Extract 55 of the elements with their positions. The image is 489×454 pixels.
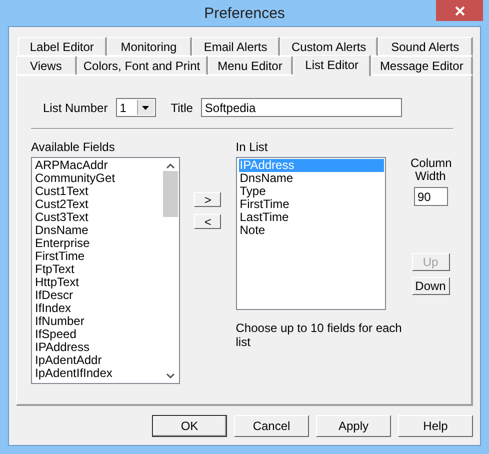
- title-label: Title: [170, 100, 193, 114]
- in-list-label: In List: [236, 140, 269, 154]
- dialog-button[interactable]: Cancel: [234, 415, 309, 437]
- column-width-input[interactable]: 90: [414, 187, 448, 206]
- list-number-label: List Number: [43, 100, 108, 114]
- tab[interactable]: Menu Editor: [208, 56, 294, 75]
- close-icon: [454, 6, 464, 16]
- list-item[interactable]: Enterprise: [34, 237, 161, 250]
- list-item[interactable]: Note: [238, 224, 384, 237]
- close-button[interactable]: [436, 0, 483, 21]
- tab[interactable]: Message Editor: [371, 56, 474, 75]
- tab[interactable]: Sound Alerts: [378, 37, 474, 56]
- list-item[interactable]: ARPMacAddr: [34, 159, 161, 172]
- list-item[interactable]: HttpText: [34, 276, 161, 289]
- list-item[interactable]: IPAddress: [34, 341, 161, 354]
- dialog-button[interactable]: Apply: [316, 415, 391, 437]
- available-fields-label: Available Fields: [31, 140, 116, 154]
- tab[interactable]: Colors, Font and Print: [76, 56, 208, 75]
- tab[interactable]: Email Alerts: [192, 37, 280, 56]
- list-item[interactable]: FirstTime: [34, 250, 161, 263]
- tab[interactable]: Label Editor: [18, 37, 107, 56]
- list-number-dropdown[interactable]: 1: [116, 98, 156, 117]
- tab[interactable]: Views: [16, 56, 77, 75]
- list-item[interactable]: IfDescr: [34, 289, 161, 302]
- scroll-up-icon[interactable]: [166, 163, 175, 169]
- list-item[interactable]: Cust3Text: [34, 211, 161, 224]
- dialog-button[interactable]: OK: [152, 415, 227, 437]
- scrollbar-thumb[interactable]: [163, 171, 178, 217]
- hint-text: Choose up to 10 fields for each list: [236, 321, 403, 349]
- list-item[interactable]: DnsName: [238, 172, 384, 185]
- list-item[interactable]: IpAdentAddr: [34, 354, 161, 367]
- tab[interactable]: Custom Alerts: [280, 37, 378, 56]
- dropdown-arrow-icon: [142, 106, 150, 110]
- dialog-button[interactable]: Help: [398, 415, 473, 437]
- list-item[interactable]: FirstTime: [238, 198, 384, 211]
- list-item[interactable]: IfNumber: [34, 315, 161, 328]
- list-item[interactable]: Cust1Text: [34, 185, 161, 198]
- move-button[interactable]: <: [194, 214, 222, 229]
- list-item[interactable]: Cust2Text: [34, 198, 161, 211]
- list-item[interactable]: IfIndex: [34, 302, 161, 315]
- scroll-down-icon[interactable]: [166, 373, 175, 379]
- list-item[interactable]: DnsName: [34, 224, 161, 237]
- list-item[interactable]: CommunityGet: [34, 172, 161, 185]
- tab[interactable]: List Editor: [293, 55, 372, 76]
- tab[interactable]: Monitoring: [106, 37, 192, 56]
- list-item[interactable]: IfSpeed: [34, 328, 161, 341]
- list-item[interactable]: LastTime: [238, 211, 384, 224]
- move-button[interactable]: >: [194, 192, 222, 207]
- window-title: Preferences: [204, 4, 285, 22]
- title-input[interactable]: Softpedia: [200, 98, 402, 117]
- list-item[interactable]: Type: [238, 185, 384, 198]
- column-width-label: Column Width: [410, 157, 450, 183]
- list-item[interactable]: FtpText: [34, 263, 161, 276]
- down-button[interactable]: Down: [412, 277, 450, 295]
- list-item[interactable]: IpAdentIfIndex: [34, 367, 161, 380]
